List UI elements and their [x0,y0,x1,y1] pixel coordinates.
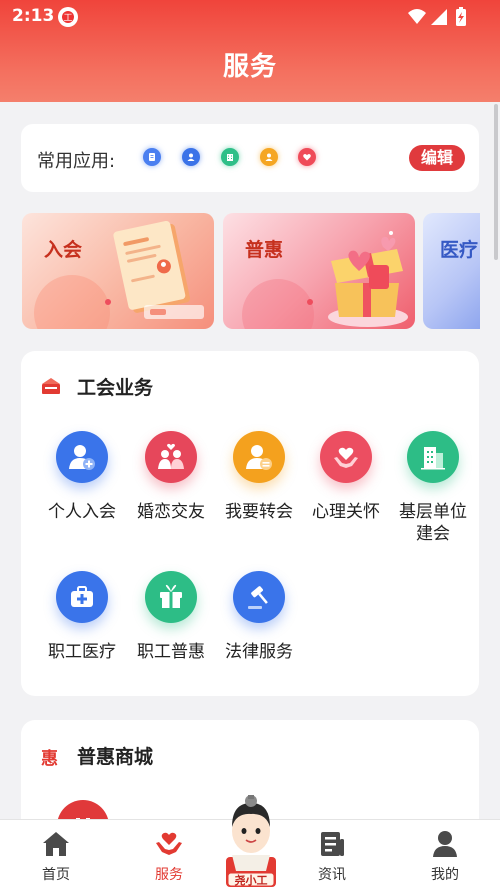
common-apps-card: 常用应用: 编辑 [21,124,479,192]
banner-join[interactable]: 入会 [22,213,214,329]
mall-icon: 惠 [41,749,58,769]
section-title: 普惠商城 [77,746,154,768]
home-icon [43,832,69,856]
transfer-user-icon [233,431,285,483]
svg-text:工: 工 [63,14,72,24]
union-business-card: 工会业务 个人入会 婚恋交友 我要转会 心理关怀 基层单位建会 职工医疗 职工普… [21,351,479,696]
nav-label: 服务 [155,867,183,883]
status-icons [408,7,466,26]
add-user-icon [56,431,108,483]
nav-label: 首页 [42,867,70,883]
couple-icon [145,431,197,483]
battery-icon [456,7,466,26]
page-title: 服务 [222,52,277,82]
section-title: 工会业务 [77,377,154,399]
common-apps-label: 常用应用: [37,151,116,172]
gift-icon [145,571,197,623]
banner-medical[interactable]: 医疗 [423,213,480,329]
nav-label: 我的 [431,867,459,883]
service-personal-join[interactable]: 个人入会 [36,431,128,523]
nav-services[interactable]: 服务 [124,828,214,884]
header: 2:13 工 服务 [0,0,500,102]
service-label: 心理关怀 [312,502,380,522]
heart-icon[interactable] [298,148,316,166]
scrollbar[interactable] [494,104,498,260]
service-label: 法律服务 [225,642,293,662]
gift-box-illustration-icon [242,231,408,329]
nav-label: 资讯 [318,867,346,883]
mascot-text: 尧小工 [235,873,268,887]
heart-hands-icon [320,431,372,483]
edit-button[interactable]: 编辑 [409,145,465,171]
service-benefit[interactable]: 职工普惠 [125,571,217,663]
status-bar: 2:13 工 [0,0,500,34]
service-label: 职工普惠 [137,642,205,662]
building-icon[interactable] [221,148,239,166]
banner-benefit[interactable]: 普惠 [223,213,415,329]
heart-hands-icon [156,832,182,855]
user-icon [433,831,457,857]
mascot-icon[interactable]: 尧小工 [218,793,284,889]
nav-news[interactable]: 资讯 [287,828,377,884]
document-illustration-icon [34,220,204,329]
news-icon [321,832,344,856]
service-label: 个人入会 [48,502,116,522]
medical-kit-icon [56,571,108,623]
service-mental-care[interactable]: 心理关怀 [300,431,392,523]
service-dating[interactable]: 婚恋交友 [125,431,217,523]
nav-profile[interactable]: 我的 [400,828,490,884]
service-medical[interactable]: 职工医疗 [36,571,128,663]
service-label: 职工医疗 [48,642,116,662]
nav-home[interactable]: 首页 [11,828,101,884]
status-time: 2:13 [12,6,55,26]
service-label: 婚恋交友 [137,502,205,522]
union-business-icon [42,378,60,394]
service-label: 基层单位建会 [399,502,467,544]
wifi-icon [408,9,426,24]
service-grassroots-union[interactable]: 基层单位建会 [387,431,479,545]
app-notification-icon: 工 [58,7,78,27]
document-icon[interactable] [143,148,161,166]
user-transfer-icon[interactable] [260,148,278,166]
service-legal[interactable]: 法律服务 [213,571,305,663]
user-icon[interactable] [182,148,200,166]
service-transfer[interactable]: 我要转会 [213,431,305,523]
signal-icon [431,9,447,25]
building-icon [407,431,459,483]
service-label: 我要转会 [225,502,293,522]
banner-label: 医疗 [440,239,479,261]
gavel-icon [233,571,285,623]
